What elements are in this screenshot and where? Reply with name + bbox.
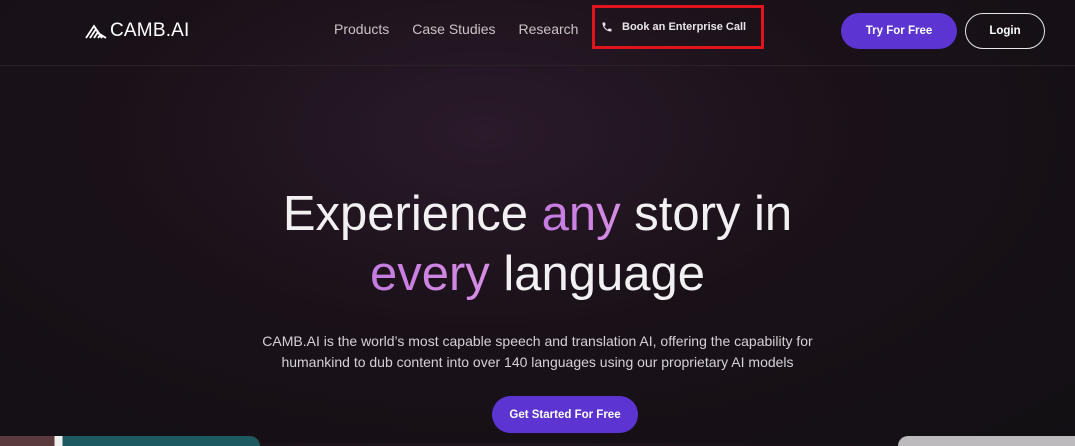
logo[interactable]: CAMB.AI — [85, 18, 190, 44]
phone-icon — [602, 22, 612, 32]
hero-title: Experience any story in every language — [0, 184, 1075, 304]
book-enterprise-call-link[interactable]: Book an Enterprise Call — [592, 5, 764, 49]
top-navigation: CAMB.AI Products Case Studies Research B… — [0, 0, 1075, 66]
nav-link-research[interactable]: Research — [519, 21, 579, 37]
hero-subtitle-line-1: CAMB.AI is the world’s most capable spee… — [262, 333, 813, 349]
logo-text: CAMB.AI — [110, 20, 190, 41]
camb-logo-icon — [85, 24, 107, 39]
login-button[interactable]: Login — [965, 13, 1045, 49]
hero-title-line-1: Experience any story in — [0, 184, 1075, 244]
get-started-button[interactable]: Get Started For Free — [492, 396, 638, 433]
try-for-free-button[interactable]: Try For Free — [841, 13, 957, 49]
enterprise-call-label: Book an Enterprise Call — [622, 21, 747, 33]
nav-link-case-studies[interactable]: Case Studies — [412, 21, 495, 37]
hero-subtitle-line-2: humankind to dub content into over 140 l… — [281, 354, 794, 370]
nav-links: Products Case Studies Research — [334, 21, 578, 37]
hero-subtitle: CAMB.AI is the world’s most capable spee… — [0, 331, 1075, 373]
media-card-preview-left — [0, 436, 260, 446]
nav-link-products[interactable]: Products — [334, 21, 389, 37]
hero-title-accent-any: any — [541, 187, 621, 241]
hero-title-text: story in — [620, 187, 793, 241]
media-card-preview-right — [898, 436, 1075, 446]
hero-title-line-2: every language — [0, 244, 1075, 304]
hero-title-text: language — [489, 247, 706, 301]
hero-title-text: Experience — [282, 187, 542, 241]
hero-title-accent-every: every — [369, 247, 490, 301]
